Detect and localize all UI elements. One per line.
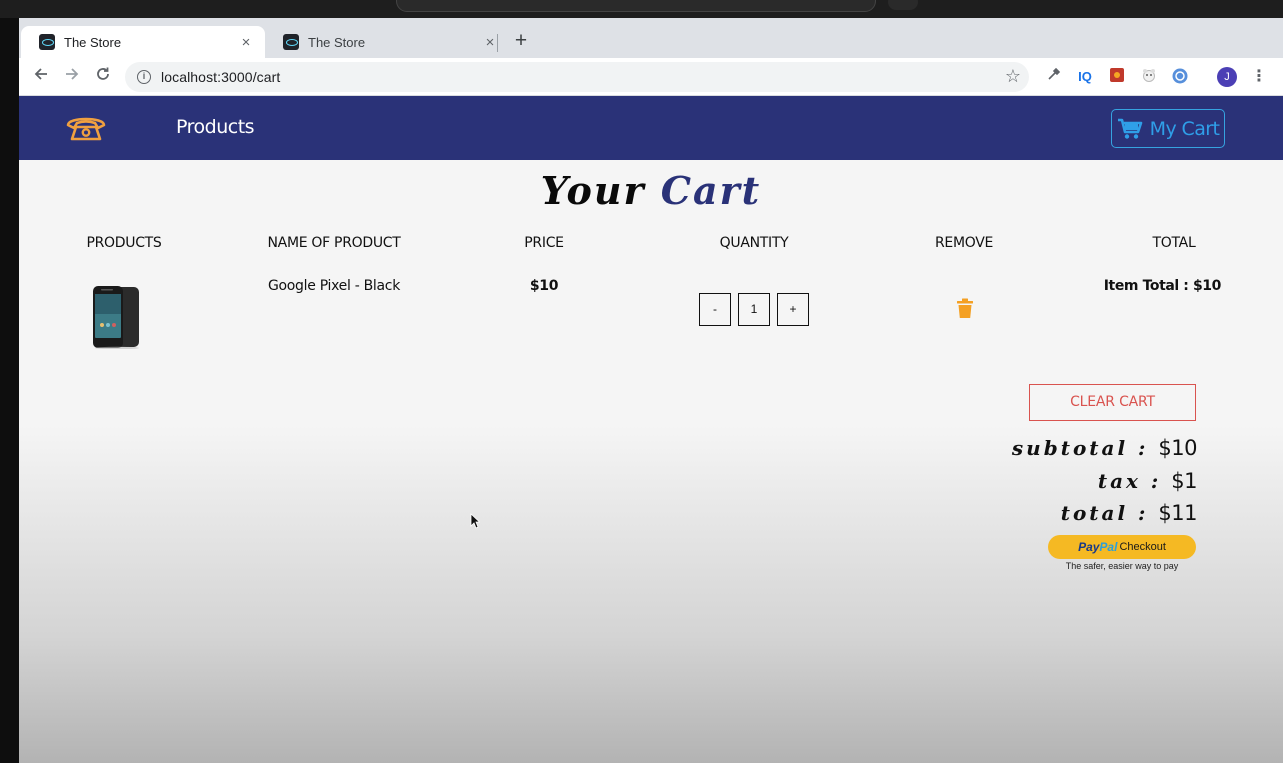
item-total: Item Total : $10	[1103, 278, 1222, 294]
total-line: total : $11	[1060, 501, 1198, 525]
title-your: Your	[540, 168, 646, 213]
cart-icon	[1117, 118, 1142, 139]
increment-button[interactable]: +	[777, 293, 809, 326]
tab-bar: The Store × The Store × +	[19, 18, 1283, 58]
column-header-name: NAME OF PRODUCT	[267, 235, 401, 251]
paypal-checkout-label: Checkout	[1119, 541, 1166, 553]
menu-kebab-icon[interactable]: ⋮	[1251, 66, 1267, 88]
web-page: Products My Cart Your Cart PRODUCTS NAME…	[19, 96, 1283, 763]
address-bar[interactable]: i localhost:3000/cart ☆	[125, 62, 1029, 92]
page-title: Your Cart	[19, 168, 1283, 213]
subtotal-label: subtotal :	[1011, 436, 1149, 460]
os-indicator	[888, 0, 918, 10]
product-name: Google Pixel - Black	[267, 278, 401, 294]
react-favicon-icon	[39, 34, 55, 50]
puzzle-icon[interactable]	[1107, 67, 1127, 87]
new-tab-button[interactable]: +	[509, 30, 533, 54]
trash-icon[interactable]	[956, 298, 974, 319]
clear-cart-button[interactable]: CLEAR CART	[1029, 384, 1196, 421]
url-text: localhost:3000/cart	[161, 69, 281, 85]
tab-the-store[interactable]: The Store ×	[265, 26, 509, 58]
phone-logo-icon[interactable]	[65, 113, 107, 143]
column-header-quantity: QUANTITY	[719, 235, 789, 251]
column-header-remove: REMOVE	[934, 235, 994, 251]
react-favicon-icon	[283, 34, 299, 50]
products-nav-link[interactable]: Products	[176, 116, 255, 138]
tax-line: tax : $1	[1097, 469, 1198, 493]
back-arrow-icon[interactable]	[29, 65, 53, 89]
bookmark-star-icon[interactable]: ☆	[1005, 66, 1021, 87]
paypal-logo: PayPal	[1078, 540, 1118, 554]
my-cart-button[interactable]: My Cart	[1111, 109, 1225, 148]
tax-label: tax :	[1097, 469, 1162, 493]
tab-title: The Store	[308, 34, 366, 50]
react-devtools-icon[interactable]	[1170, 67, 1190, 87]
subtotal-value: $10	[1158, 436, 1197, 460]
my-cart-label: My Cart	[1149, 117, 1220, 140]
decrement-button[interactable]: -	[699, 293, 731, 326]
profile-avatar[interactable]: J	[1217, 67, 1237, 87]
reload-icon[interactable]	[91, 65, 115, 89]
os-search-pill	[396, 0, 876, 12]
column-header-total: TOTAL	[1152, 235, 1196, 251]
bear-icon[interactable]	[1139, 67, 1159, 87]
tab-title: The Store	[64, 34, 122, 50]
product-image-phone	[93, 286, 139, 349]
column-header-products: PRODUCTS	[86, 235, 162, 251]
close-tab-icon[interactable]: ×	[237, 34, 255, 51]
tab-divider	[497, 34, 498, 52]
forward-arrow-icon[interactable]	[60, 65, 84, 89]
mouse-cursor-icon	[470, 513, 480, 529]
tab-the-store-active[interactable]: The Store ×	[21, 26, 265, 58]
browser-toolbar: i localhost:3000/cart ☆ IQ J ⋮	[19, 58, 1283, 96]
browser-window: The Store × The Store × + i localhost:30…	[19, 18, 1283, 763]
product-price: $10	[529, 278, 559, 294]
total-value: $11	[1158, 501, 1197, 525]
site-info-icon[interactable]: i	[137, 70, 151, 84]
paypal-tagline: The safer, easier way to pay	[1065, 561, 1179, 571]
subtotal-line: subtotal : $10	[1011, 436, 1198, 460]
site-navbar: Products My Cart	[19, 96, 1283, 160]
eyedropper-icon[interactable]	[1044, 67, 1064, 87]
os-top-bar	[0, 0, 1283, 18]
iq-icon[interactable]: IQ	[1075, 67, 1095, 87]
tax-value: $1	[1171, 469, 1197, 493]
quantity-value: 1	[738, 293, 770, 326]
total-label: total :	[1060, 501, 1149, 525]
paypal-checkout-button[interactable]: PayPal Checkout	[1048, 535, 1196, 559]
desktop-edge	[0, 18, 19, 763]
column-header-price: PRICE	[524, 235, 564, 251]
title-cart: Cart	[660, 168, 762, 213]
